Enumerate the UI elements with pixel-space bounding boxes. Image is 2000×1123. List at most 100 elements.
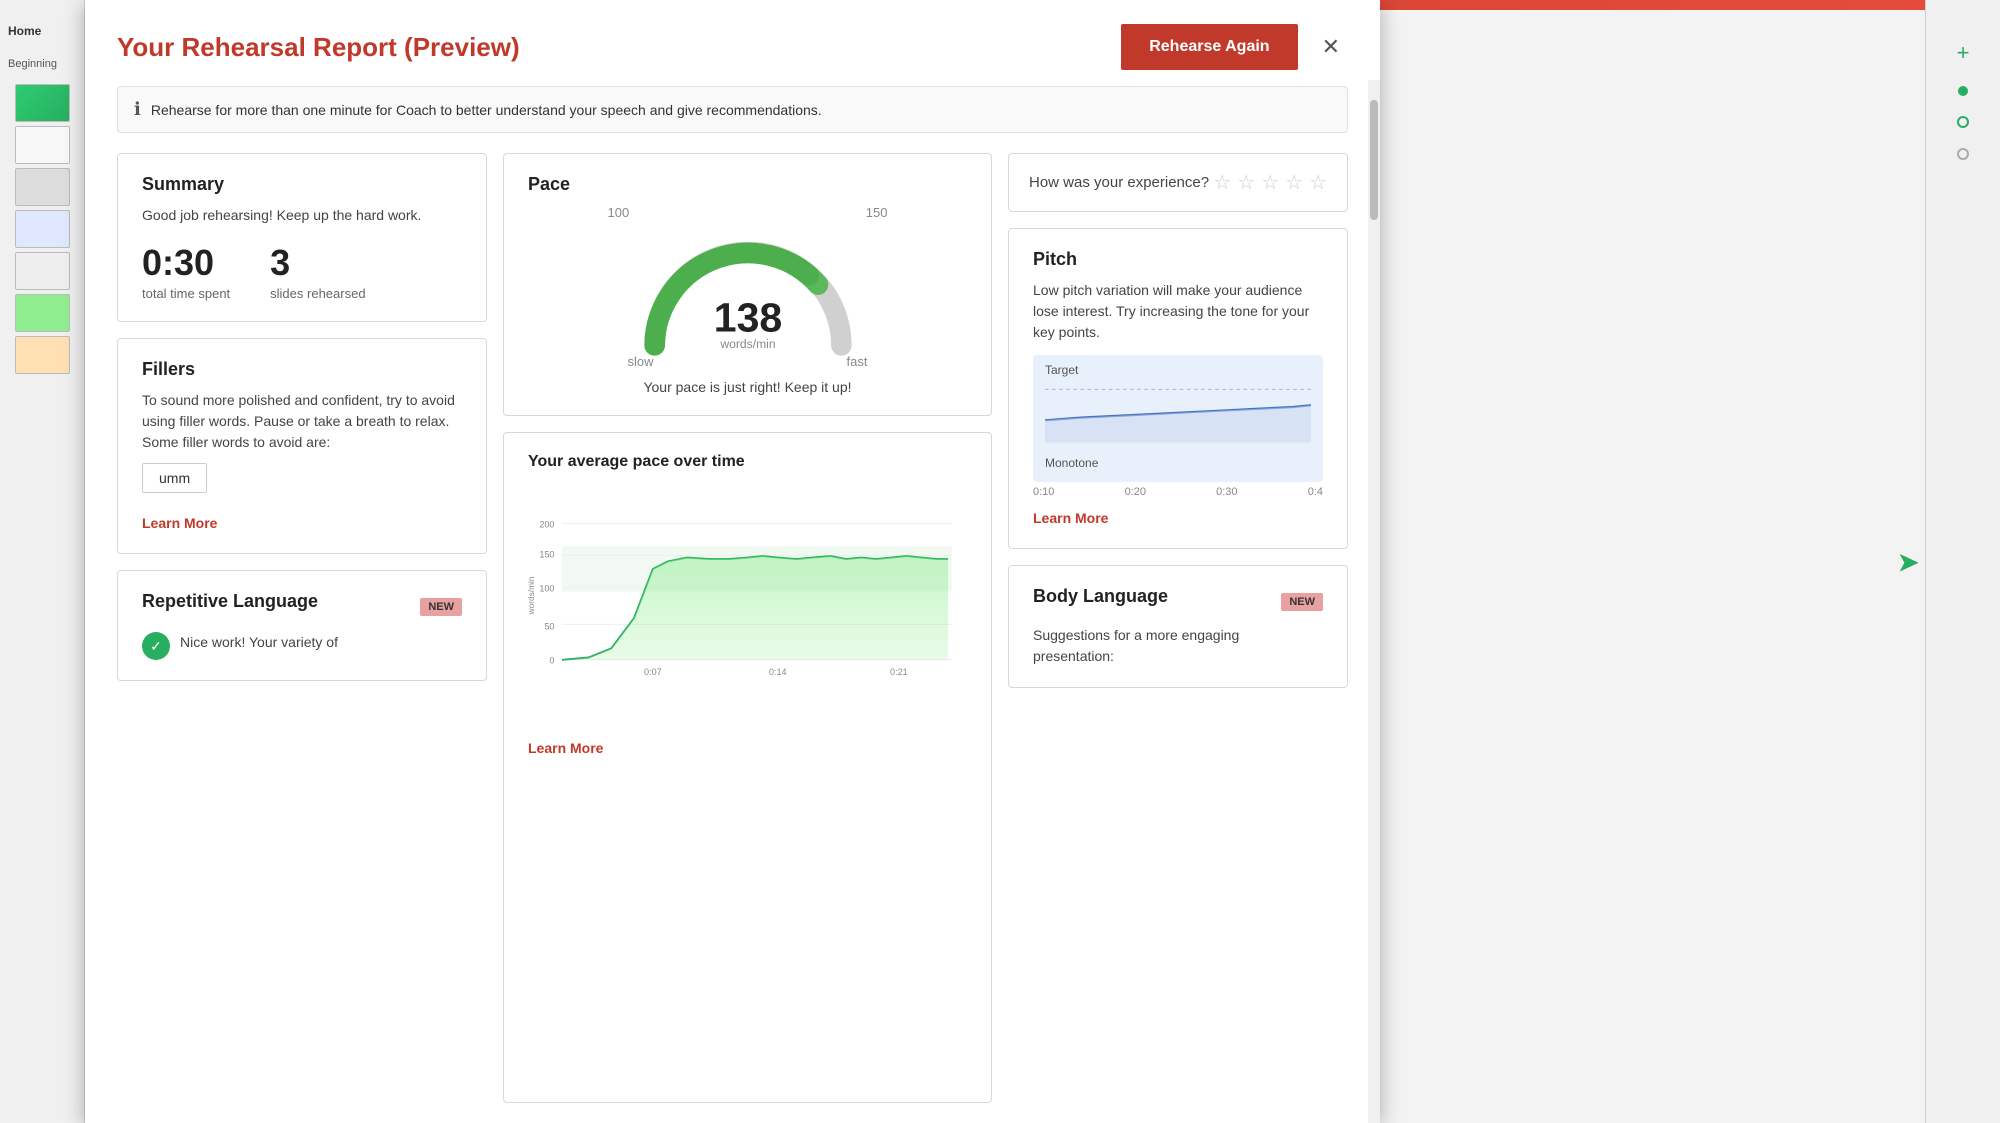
pace-title: Pace [528,174,967,195]
svg-text:0:07: 0:07 [644,667,662,677]
star-3[interactable]: ☆ [1261,170,1279,195]
pitch-axis-labels: 0:10 0:20 0:30 0:4 [1033,486,1323,498]
scrollbar-track[interactable] [1368,80,1380,1123]
pitch-learn-more[interactable]: Learn More [1033,510,1108,526]
pace-slow-label: slow [628,354,654,369]
slide-thumb-1 [15,84,70,122]
star-5[interactable]: ☆ [1309,170,1327,195]
left-sidebar: Home Beginning [0,0,85,1123]
slide-thumb-7 [15,336,70,374]
svg-text:words/min: words/min [719,337,775,351]
nav-plus-icon[interactable]: + [1957,40,1970,66]
star-2[interactable]: ☆ [1237,170,1255,195]
rehearsal-report-dialog: Your Rehearsal Report (Preview) Rehearse… [85,0,1380,1123]
svg-text:150: 150 [539,550,554,560]
pace-feedback: Your pace is just right! Keep it up! [528,379,967,395]
slides-value: 3 [270,242,365,284]
slide-thumb-6 [15,294,70,332]
check-icon: ✓ [142,632,170,660]
slide-thumb-4 [15,210,70,248]
slides-label: slides rehearsed [270,286,365,301]
info-banner: ℹ Rehearse for more than one minute for … [117,86,1348,133]
pitch-time-1: 0:10 [1033,486,1054,498]
slide-thumb-2 [15,126,70,164]
close-button[interactable]: ✕ [1314,30,1348,64]
pace-card: Pace 100 150 [503,153,992,416]
pitch-time-4: 0:4 [1308,486,1323,498]
gauge-container: 100 150 138 wo [528,205,967,369]
scrollbar-thumb[interactable] [1370,100,1378,220]
pace-gauge-svg: 138 words/min [618,224,878,364]
svg-text:100: 100 [539,584,554,594]
middle-column: Pace 100 150 [503,153,992,1103]
pitch-monotone-label: Monotone [1045,456,1311,470]
pace-fast-label: fast [847,354,868,369]
pitch-time-2: 0:20 [1125,486,1146,498]
pace-chart-learn-more[interactable]: Learn More [528,740,603,756]
summary-title: Summary [142,174,462,195]
svg-text:0: 0 [549,656,554,666]
nav-dot-1 [1958,86,1968,96]
fillers-title: Fillers [142,359,462,380]
pitch-card: Pitch Low pitch variation will make your… [1008,228,1348,549]
svg-text:words/min: words/min [528,576,536,615]
gauge-label-100: 100 [608,205,630,220]
filler-word: umm [142,463,207,493]
pace-chart-title: Your average pace over time [528,453,967,471]
dialog-content: Summary Good job rehearsing! Keep up the… [85,153,1380,1123]
body-lang-header: Body Language NEW [1033,586,1323,617]
slides-stat: 3 slides rehearsed [270,242,365,301]
fillers-learn-more[interactable]: Learn More [142,515,217,531]
svg-text:200: 200 [539,519,554,529]
time-stat: 0:30 total time spent [142,242,230,301]
summary-card: Summary Good job rehearsing! Keep up the… [117,153,487,322]
pace-chart-card: Your average pace over time 200 150 100 … [503,432,992,1103]
summary-body: Good job rehearsing! Keep up the hard wo… [142,205,462,226]
summary-stats: 0:30 total time spent 3 slides rehearsed [142,242,462,301]
dialog-header: Your Rehearsal Report (Preview) Rehearse… [85,0,1380,86]
pace-chart-svg: 200 150 100 50 0 words/min [528,483,967,723]
right-column: How was your experience? ☆ ☆ ☆ ☆ ☆ Pitch… [1008,153,1348,1103]
experience-card: How was your experience? ☆ ☆ ☆ ☆ ☆ [1008,153,1348,212]
info-text: Rehearse for more than one minute for Co… [151,102,822,118]
dialog-title: Your Rehearsal Report (Preview) [117,32,520,63]
svg-text:0:14: 0:14 [769,667,787,677]
header-right: Rehearse Again ✕ [1121,24,1348,70]
ppt-right-panel: + [1925,0,2000,1123]
svg-text:0:21: 0:21 [890,667,908,677]
fillers-card: Fillers To sound more polished and confi… [117,338,487,554]
pitch-chart-svg [1045,367,1311,447]
slide-thumb-5 [15,252,70,290]
fillers-body: To sound more polished and confident, tr… [142,390,462,453]
rep-lang-body: ✓ Nice work! Your variety of [142,632,462,660]
pitch-title: Pitch [1033,249,1323,270]
star-1[interactable]: ☆ [1213,170,1231,195]
rep-lang-header: Repetitive Language NEW [142,591,462,622]
beginning-label: Beginning [0,54,84,74]
body-lang-body: Suggestions for a more engaging presenta… [1033,625,1323,667]
body-lang-new-badge: NEW [1281,593,1323,611]
star-4[interactable]: ☆ [1285,170,1303,195]
info-icon: ℹ [134,99,141,120]
experience-label: How was your experience? [1029,174,1209,191]
home-label: Home [0,8,84,54]
svg-text:138: 138 [713,294,782,340]
time-label: total time spent [142,286,230,301]
svg-text:50: 50 [544,621,554,631]
nav-circle [1957,116,1969,128]
nav-dot-3 [1957,148,1969,160]
time-value: 0:30 [142,242,230,284]
gauge-labels: 100 150 [608,205,888,220]
pitch-body: Low pitch variation will make your audie… [1033,280,1323,343]
pitch-target-label: Target [1045,363,1078,377]
stars-container: ☆ ☆ ☆ ☆ ☆ [1213,170,1327,195]
body-lang-title: Body Language [1033,586,1168,607]
pitch-chart-container: Target Monotone [1033,355,1323,482]
rep-lang-text: Nice work! Your variety of [180,632,338,653]
rehearse-again-button[interactable]: Rehearse Again [1121,24,1297,70]
rep-lang-new-badge: NEW [420,598,462,616]
body-language-card: Body Language NEW Suggestions for a more… [1008,565,1348,688]
left-column: Summary Good job rehearsing! Keep up the… [117,153,487,1103]
green-arrow-icon: ➤ [1897,545,1920,578]
rep-lang-title: Repetitive Language [142,591,318,612]
